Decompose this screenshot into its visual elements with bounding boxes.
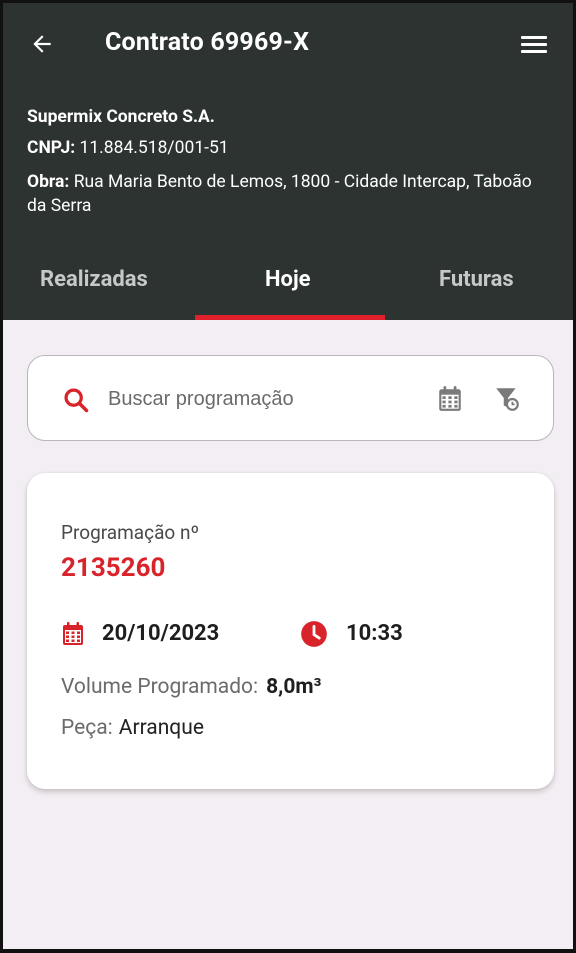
filter-button[interactable]: [494, 385, 520, 417]
tab-futuras[interactable]: Futuras: [439, 267, 514, 292]
search-bar: [27, 355, 554, 441]
schedule-number: 2135260: [61, 553, 166, 583]
tab-bar: Realizadas Hoje Futuras: [3, 253, 573, 320]
calendar-filter-button[interactable]: [437, 385, 463, 417]
volume-label: Volume Programado:: [61, 675, 259, 699]
top-app-bar: Contrato 69969-X: [3, 3, 573, 85]
volume-row: Volume Programado: 8,0m³: [61, 675, 321, 699]
cnpj-info: CNPJ: 11.884.518/001-51: [27, 138, 229, 158]
active-tab-indicator: [195, 315, 385, 320]
cnpj-value: 11.884.518/001-51: [79, 138, 229, 158]
cnpj-label: CNPJ:: [27, 138, 76, 158]
calendar-icon: [63, 622, 83, 645]
peca-value: Arranque: [118, 716, 204, 740]
schedule-date: 20/10/2023: [102, 621, 220, 646]
obra-info: Obra: Rua Maria Bento de Lemos, 1800 - C…: [27, 170, 547, 218]
peca-row: Peça: Arranque: [61, 716, 204, 740]
schedule-time: 10:33: [346, 621, 403, 646]
obra-label: Obra:: [27, 172, 70, 192]
filter-icon: [496, 388, 519, 411]
menu-button[interactable]: [517, 29, 551, 59]
search-input[interactable]: [108, 384, 408, 414]
hamburger-menu-icon: [521, 36, 547, 53]
calendar-icon: [439, 386, 461, 411]
search-icon: [64, 388, 89, 413]
page-title: Contrato 69969-X: [105, 28, 310, 57]
clock-icon: [301, 621, 327, 647]
obra-value: Rua Maria Bento de Lemos, 1800 - Cidade …: [27, 172, 532, 216]
volume-value: 8,0m³: [266, 675, 322, 699]
schedule-number-label: Programação nº: [61, 521, 200, 544]
tab-hoje[interactable]: Hoje: [265, 267, 311, 292]
company-name: Supermix Concreto S.A.: [27, 107, 215, 127]
schedule-card[interactable]: Programação nº 2135260 20/10/2023 10:33 …: [27, 473, 554, 789]
back-button[interactable]: [25, 27, 59, 61]
peca-label: Peça:: [61, 716, 113, 740]
tab-realizadas[interactable]: Realizadas: [40, 267, 148, 292]
arrow-left-icon: [33, 35, 51, 53]
contract-header: Contrato 69969-X Supermix Concreto S.A. …: [3, 3, 573, 320]
app-screen: Contrato 69969-X Supermix Concreto S.A. …: [0, 0, 576, 953]
